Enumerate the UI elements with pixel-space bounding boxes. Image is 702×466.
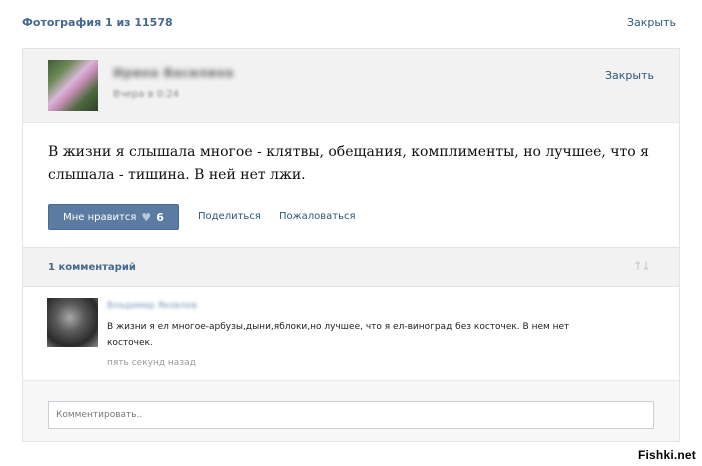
- post-card: Ирина Василина Вчера в 0:24 Закрыть В жи…: [22, 48, 680, 442]
- like-button[interactable]: Мне нравится ♥ 6: [48, 204, 179, 230]
- close-viewer-link[interactable]: Закрыть: [627, 16, 676, 29]
- post-body: В жизни я слышала многое - клятвы, обеща…: [23, 123, 679, 247]
- report-link[interactable]: Пожаловаться: [279, 211, 356, 222]
- comment-author[interactable]: Владимир Яковлев: [107, 301, 197, 311]
- comment-input[interactable]: [48, 401, 654, 429]
- comment-text: В жизни я ел многое-арбузы,дыни,яблоки,н…: [107, 322, 570, 348]
- post-text: В жизни я слышала многое - клятвы, обеща…: [48, 144, 649, 183]
- heart-icon: ♥: [141, 210, 152, 224]
- post-time: Вчера в 0:24: [113, 89, 180, 100]
- comments-count: 1 комментарий: [48, 262, 136, 273]
- avatar[interactable]: [48, 60, 98, 111]
- post-author[interactable]: Ирина Василина: [113, 66, 234, 80]
- like-label: Мне нравится: [63, 211, 137, 223]
- close-post-link[interactable]: Закрыть: [605, 69, 654, 82]
- viewer-topbar: Фотография 1 из 11578 Закрыть: [0, 0, 702, 46]
- comment-compose: [23, 381, 679, 441]
- share-link[interactable]: Поделиться: [198, 211, 261, 222]
- comments-header: 1 комментарий ↑↓: [23, 247, 679, 287]
- like-count: 6: [156, 210, 164, 224]
- post-header: Ирина Василина Вчера в 0:24 Закрыть: [23, 49, 679, 123]
- photo-counter: Фотография 1 из 11578: [22, 16, 173, 29]
- sort-arrows-icon[interactable]: ↑↓: [633, 259, 651, 273]
- list-item: Владимир Яковлев В жизни я ел многое-арб…: [23, 287, 679, 381]
- comment-avatar[interactable]: [47, 298, 98, 347]
- comment-time[interactable]: пять секунд назад: [107, 358, 196, 368]
- watermark-logo: Fishki.net: [637, 448, 696, 462]
